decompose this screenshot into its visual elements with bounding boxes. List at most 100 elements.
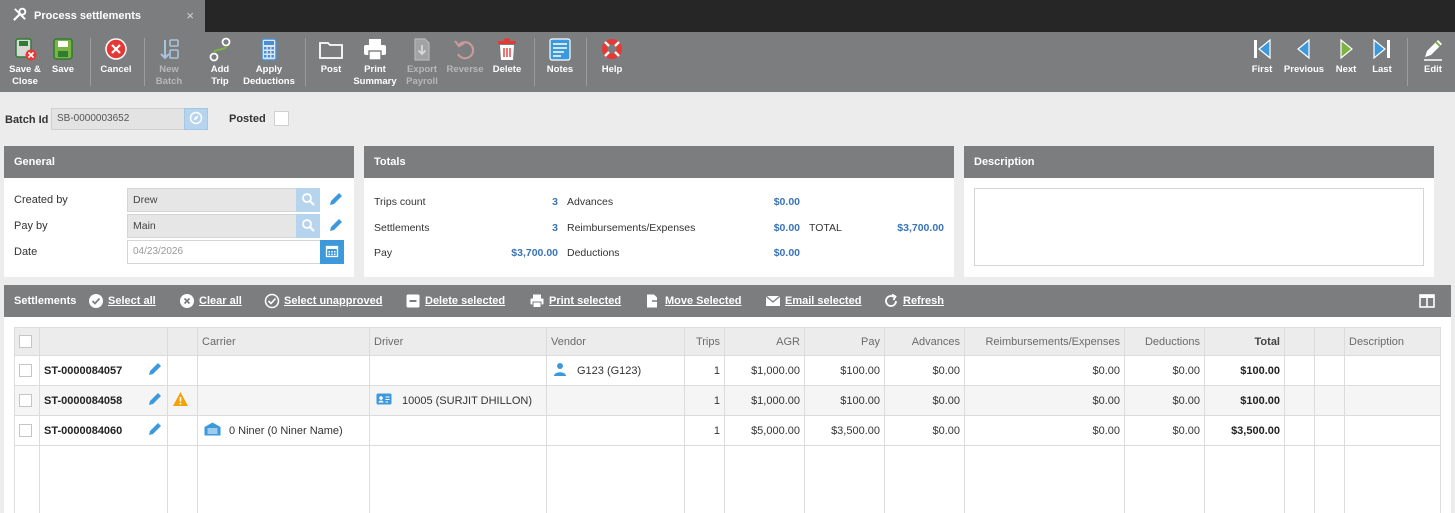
clear-all-button[interactable]: Clear all: [178, 293, 242, 309]
edit-button[interactable]: Edit: [1409, 36, 1455, 90]
header-driver[interactable]: Driver: [369, 327, 547, 356]
close-icon[interactable]: ×: [186, 8, 194, 23]
totals-panel: Totals Trips count 3 Settlements 3 Pay $…: [364, 146, 954, 277]
header-reimbursements[interactable]: Reimbursements/Expenses: [964, 327, 1125, 356]
last-button[interactable]: Last: [1358, 36, 1406, 90]
settlement-id[interactable]: ST-0000084060: [44, 425, 122, 437]
pencil-icon[interactable]: [147, 361, 163, 380]
post-button[interactable]: Post: [307, 36, 355, 90]
posted-checkbox[interactable]: [274, 111, 289, 126]
new-batch-label-1: New: [159, 64, 179, 75]
row-id-cell: ST-0000084057: [39, 355, 168, 386]
table-row[interactable]: ST-0000084060 0 Niner (0 Niner Name) 1 $…: [14, 415, 1441, 446]
pay-cell: $3,500.00: [804, 415, 885, 446]
toolbar-separator: [90, 38, 91, 86]
clear-all-label: Clear all: [199, 295, 242, 307]
created-by-field[interactable]: Drew: [127, 188, 297, 212]
trash-icon: [483, 36, 531, 64]
move-selected-button[interactable]: Move Selected: [644, 293, 741, 309]
header-deductions[interactable]: Deductions: [1124, 327, 1205, 356]
header-id[interactable]: [39, 327, 168, 356]
first-button[interactable]: First: [1238, 36, 1286, 90]
delete-button[interactable]: Delete: [483, 36, 531, 90]
description-textarea[interactable]: [974, 188, 1424, 266]
header-trips[interactable]: Trips: [684, 327, 725, 356]
refresh-button[interactable]: Refresh: [882, 293, 944, 309]
table-row[interactable]: ST-0000084058 10005 (SURJIT DHILLON) 1 $…: [14, 385, 1441, 416]
reverse-button[interactable]: Reverse: [441, 36, 489, 90]
pay-by-search-button[interactable]: [296, 214, 320, 238]
cancel-icon: [92, 36, 140, 64]
description-cell: [1344, 355, 1441, 386]
header-pay[interactable]: Pay: [804, 327, 885, 356]
trips-cell: 1: [684, 415, 725, 446]
search-icon: [301, 192, 315, 209]
extra-cell-2: [1314, 385, 1345, 416]
advances-cell: $0.00: [884, 385, 965, 416]
agr-cell: $5,000.00: [724, 415, 805, 446]
pencil-icon[interactable]: [147, 421, 163, 440]
previous-button[interactable]: Previous: [1280, 36, 1328, 90]
notes-button[interactable]: Notes: [536, 36, 584, 90]
vendor-cell: [546, 385, 685, 416]
reimbursements-label: Reimbursements/Expenses: [567, 222, 696, 234]
row-checkbox[interactable]: [19, 364, 32, 377]
email-selected-button[interactable]: Email selected: [764, 293, 861, 309]
toolbar-separator: [534, 38, 535, 86]
date-field[interactable]: 04/23/2026: [127, 240, 321, 264]
select-all-button[interactable]: Select all: [87, 293, 156, 309]
header-total[interactable]: Total: [1204, 327, 1285, 356]
row-select-cell: [14, 415, 40, 446]
header-status[interactable]: [167, 327, 198, 356]
header-extra-1[interactable]: [1284, 327, 1315, 356]
select-all-checkbox[interactable]: [19, 335, 32, 348]
save-button[interactable]: Save: [39, 36, 87, 90]
pay-by-edit-button[interactable]: [326, 216, 346, 236]
reimbursements-value: $0.00: [773, 222, 800, 234]
pencil-icon[interactable]: [147, 391, 163, 410]
extra-cell-1: [1284, 385, 1315, 416]
created-by-search-button[interactable]: [296, 188, 320, 212]
row-id-cell: ST-0000084060: [39, 415, 168, 446]
header-vendor[interactable]: Vendor: [546, 327, 685, 356]
cancel-label: Cancel: [100, 64, 132, 75]
delete-selected-label: Delete selected: [425, 295, 506, 307]
created-by-edit-button[interactable]: [326, 190, 346, 210]
tab-process-settlements[interactable]: Process settlements ×: [0, 0, 205, 32]
settlement-id[interactable]: ST-0000084058: [44, 395, 122, 407]
header-extra-2[interactable]: [1314, 327, 1345, 356]
print-summary-button[interactable]: Print Summary: [351, 36, 399, 90]
export-icon: [398, 36, 446, 64]
row-status-cell: [167, 385, 198, 416]
table-row[interactable]: ST-0000084057 G123 (G123) 1 $1,000.00 $1…: [14, 355, 1441, 386]
warning-icon: [172, 392, 189, 410]
row-checkbox[interactable]: [19, 394, 32, 407]
header-description[interactable]: Description: [1344, 327, 1441, 356]
pencil-icon: [328, 217, 344, 236]
add-trip-button[interactable]: Add Trip: [196, 36, 244, 90]
row-checkbox[interactable]: [19, 424, 32, 437]
header-carrier[interactable]: Carrier: [197, 327, 370, 356]
add-trip-label-2: Trip: [211, 76, 229, 87]
row-status-cell: [167, 355, 198, 386]
column-layout-button[interactable]: [1419, 294, 1435, 311]
pay-by-field[interactable]: Main: [127, 214, 297, 238]
pencil-icon: [328, 191, 344, 210]
date-picker-button[interactable]: [320, 240, 344, 264]
new-batch-button[interactable]: New Batch: [145, 36, 193, 90]
print-selected-button[interactable]: Print selected: [528, 293, 621, 309]
help-button[interactable]: Help: [588, 36, 636, 90]
vendor-cell: G123 (G123): [546, 355, 685, 386]
batch-lookup-button[interactable]: [184, 108, 208, 130]
export-payroll-button[interactable]: Export Payroll: [398, 36, 446, 90]
select-unapproved-button[interactable]: Select unapproved: [263, 293, 382, 309]
file-move-icon: [644, 293, 661, 309]
cancel-button[interactable]: Cancel: [92, 36, 140, 90]
apply-deductions-button[interactable]: Apply Deductions: [241, 36, 297, 90]
settlement-id[interactable]: ST-0000084057: [44, 365, 122, 377]
header-agr[interactable]: AGR: [724, 327, 805, 356]
first-icon: [1238, 36, 1286, 64]
delete-selected-button[interactable]: Delete selected: [404, 293, 505, 309]
header-advances[interactable]: Advances: [884, 327, 965, 356]
previous-icon: [1280, 36, 1328, 64]
